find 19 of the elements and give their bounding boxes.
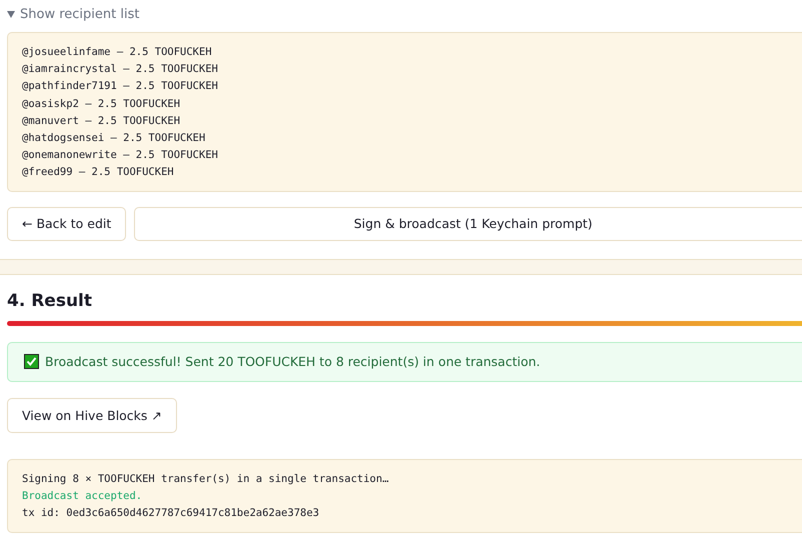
checkmark-icon [24,354,39,370]
log-line: Signing 8 × TOOFUCKEH transfer(s) in a single transaction… [22,472,390,487]
view-on-hive-blocks-link[interactable]: View on Hive Blocks ↗ [7,398,177,433]
recipient-line: @pathfinder7191 — 2.5 TOOFUCKEH [22,79,219,94]
section-heading: 4. Result [7,290,93,311]
recipient-line: @josueelinfame — 2.5 TOOFUCKEH [22,45,213,60]
recipient-list-toggle[interactable]: Show recipient list [7,7,140,22]
recipient-line: @oasiskp2 — 2.5 TOOFUCKEH [22,96,182,112]
recipient-line: @hatdogsensei — 2.5 TOOFUCKEH [22,131,206,146]
caret-icon [7,11,15,18]
recipient-line: @onemanonewrite — 2.5 TOOFUCKEH [22,148,219,164]
recipient-line: @manuvert — 2.5 TOOFUCKEH [22,114,182,129]
log-line: Broadcast accepted. [22,488,144,504]
recipient-line: @iamraincrystal — 2.5 TOOFUCKEH [22,62,219,78]
back-to-edit-button[interactable]: ← Back to edit [7,206,126,241]
sign-broadcast-button[interactable]: Sign & broadcast (1 Keychain prompt) [134,206,802,241]
log-line: tx id: 0ed3c6a650d4627787c69417c81be2a62ae378e3 [22,506,320,522]
success-message: Broadcast successful! Sent 20 TOOFUCKEH to 8 recipient(s) in one transaction. [45,354,540,370]
recipient-line: @freed99 — 2.5 TOOFUCKEH [22,165,175,180]
